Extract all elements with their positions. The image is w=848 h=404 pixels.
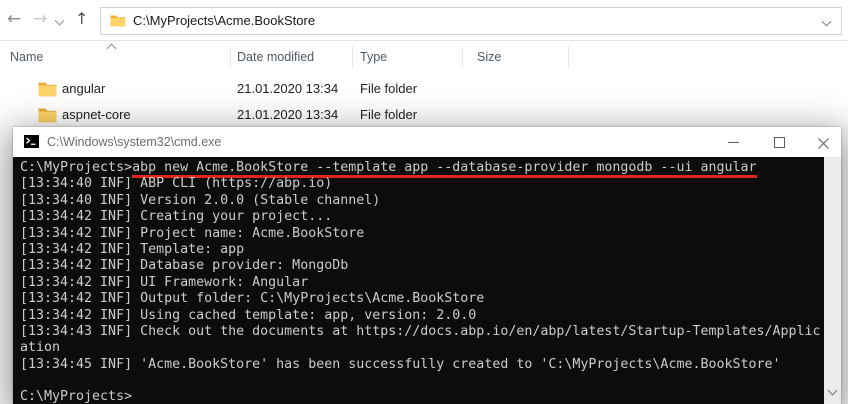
file-type: File folder — [360, 76, 417, 102]
terminal-line — [20, 373, 824, 389]
file-name[interactable]: angular — [62, 76, 105, 102]
terminal-line: [13:34:45 INF] 'Acme.BookStore' has been… — [20, 357, 824, 373]
scroll-down-chevron-icon[interactable] — [828, 386, 838, 396]
column-separator[interactable] — [568, 46, 569, 68]
terminal-scrollbar[interactable] — [824, 157, 841, 404]
address-bar[interactable]: C:\MyProjects\Acme.BookStore — [100, 7, 842, 35]
address-dropdown-chevron-icon[interactable] — [822, 17, 832, 27]
desktop-screenshot: ← → ↑ C:\MyProjects\Acme.BookStore Name … — [0, 0, 848, 404]
file-name[interactable]: aspnet-core — [62, 102, 131, 128]
folder-icon — [110, 14, 126, 32]
terminal-line: [13:34:42 INF] Using cached template: ap… — [20, 308, 824, 324]
column-separator[interactable] — [352, 46, 353, 68]
file-row-aspnet-core[interactable]: aspnet-core 21.01.2020 13:34 File folder — [0, 102, 600, 128]
folder-icon — [38, 107, 57, 128]
file-date-modified: 21.01.2020 13:34 — [237, 76, 338, 102]
recent-locations-chevron-icon[interactable] — [55, 16, 65, 26]
forward-icon[interactable]: → — [33, 11, 47, 28]
toolbar-separator — [0, 40, 848, 41]
column-separator[interactable] — [462, 46, 463, 68]
terminal-line: [13:34:42 INF] Creating your project... — [20, 209, 824, 225]
maximize-icon — [774, 137, 785, 148]
minimize-icon — [728, 142, 739, 143]
maximize-button[interactable] — [756, 127, 801, 157]
terminal-line: [13:34:42 INF] UI Framework: Angular — [20, 275, 824, 291]
up-icon[interactable]: ↑ — [75, 10, 88, 27]
column-separator[interactable] — [230, 46, 231, 68]
command-highlight-underline: abp new Acme.BookStore --template app --… — [132, 160, 756, 178]
column-header-size[interactable]: Size — [477, 50, 501, 64]
terminal-output-area[interactable]: C:\MyProjects>abp new Acme.BookStore --t… — [13, 157, 841, 404]
cmd-title-bar[interactable]: C:\Windows\system32\cmd.exe — [13, 127, 841, 157]
file-type: File folder — [360, 102, 417, 128]
minimize-button[interactable] — [711, 127, 756, 157]
terminal-line: [13:34:42 INF] Output folder: C:\MyProje… — [20, 291, 824, 307]
terminal-line: [13:34:42 INF] Database provider: MongoD… — [20, 258, 824, 274]
close-icon — [818, 136, 829, 154]
close-button[interactable] — [801, 127, 846, 157]
terminal-command-line: C:\MyProjects>abp new Acme.BookStore --t… — [20, 160, 824, 176]
cmd-prompt-icon — [24, 135, 39, 153]
cmd-window-title: C:\Windows\system32\cmd.exe — [47, 127, 221, 157]
file-row-angular[interactable]: angular 21.01.2020 13:34 File folder — [0, 76, 600, 102]
column-header-date-modified[interactable]: Date modified — [237, 50, 314, 64]
terminal-text: C:\MyProjects>abp new Acme.BookStore --t… — [20, 160, 824, 404]
terminal-prompt: C:\MyProjects> — [20, 160, 132, 175]
terminal-line: [13:34:43 INF] Check out the documents a… — [20, 324, 824, 340]
terminal-line: [13:34:42 INF] Project name: Acme.BookSt… — [20, 226, 824, 242]
column-header-name[interactable]: Name — [10, 50, 43, 64]
address-path[interactable]: C:\MyProjects\Acme.BookStore — [133, 8, 315, 34]
file-date-modified: 21.01.2020 13:34 — [237, 102, 338, 128]
terminal-prompt-line: C:\MyProjects> — [20, 389, 824, 404]
terminal-line: ation — [20, 340, 824, 356]
terminal-line: [13:34:42 INF] Template: app — [20, 242, 824, 258]
terminal-line: [13:34:40 INF] Version 2.0.0 (Stable cha… — [20, 193, 824, 209]
sort-ascending-caret-icon — [107, 44, 117, 54]
back-icon[interactable]: ← — [7, 11, 21, 28]
folder-icon — [38, 81, 57, 102]
column-header-type[interactable]: Type — [360, 50, 387, 64]
terminal-line: [13:34:40 INF] ABP CLI (https://abp.io) — [20, 176, 824, 192]
cmd-window: C:\Windows\system32\cmd.exe C:\MyProject… — [13, 127, 841, 404]
